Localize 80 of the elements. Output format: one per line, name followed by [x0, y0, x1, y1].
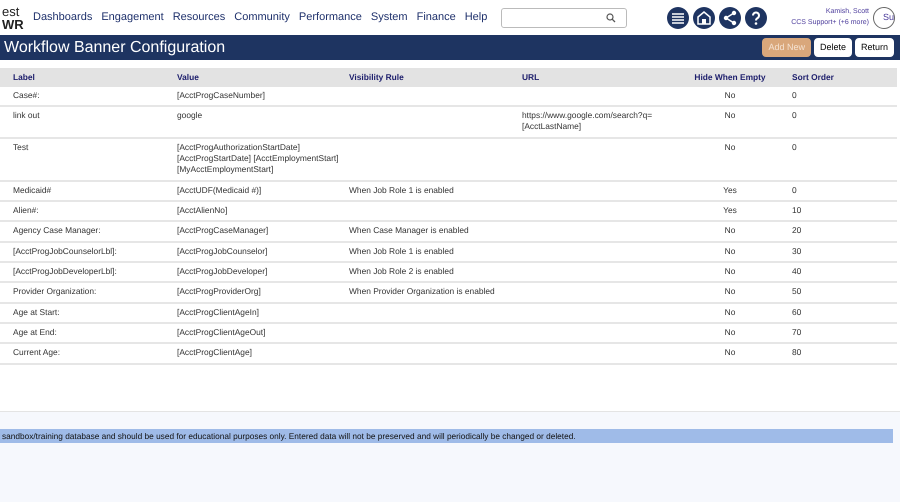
nav-link[interactable]: Engagement: [101, 9, 164, 26]
table-cell: Alien#:: [13, 205, 39, 216]
share-icon[interactable]: [719, 6, 742, 28]
table-cell: 0: [792, 110, 797, 120]
table-cell: [AcctProgJobCounselor]: [177, 246, 268, 256]
table-cell: No: [724, 347, 736, 358]
table-cell: No: [724, 306, 736, 317]
table-cell: [AcctProgClientAgeIn]: [177, 306, 259, 317]
table-cell: Age at Start:: [13, 306, 60, 317]
table-cell: 10: [792, 205, 802, 216]
list-icon[interactable]: [667, 6, 690, 28]
table-cell: [AcctProgClientAgeOut]: [177, 327, 266, 338]
nav-link[interactable]: Dashboards: [33, 9, 92, 26]
table-cell: [AcctProgJobDeveloperLbl]:: [13, 266, 117, 276]
home-icon[interactable]: [693, 6, 716, 28]
table-cell: No: [724, 142, 736, 152]
table-cell: [AcctProgCaseManager]: [177, 225, 268, 236]
table-cell: No: [724, 266, 736, 276]
table-cell: When Provider Organization is enabled: [349, 286, 495, 296]
avatar[interactable]: Su: [873, 6, 895, 28]
nav-link[interactable]: Help: [464, 9, 488, 26]
table-cell: No: [724, 327, 736, 338]
table-cell: link out: [13, 110, 40, 120]
table-cell: [AcctProgJobDeveloper]: [177, 266, 268, 276]
column-header: Label: [0, 68, 173, 87]
table-cell: When Job Role 1 is enabled: [349, 184, 454, 195]
page-title: Workflow Banner Configuration: [4, 38, 226, 58]
table-cell: [AcctProgClientAge]: [177, 347, 252, 358]
table-cell: https://www.google.com/search?q= [AcctLastName]: [522, 110, 652, 132]
search-field[interactable]: [501, 8, 628, 28]
column-header: Sort Order: [788, 68, 897, 87]
table-cell: [AcctProgJobCounselorLbl]:: [13, 246, 117, 256]
table-cell: [AcctAlienNo]: [177, 205, 228, 216]
table-cell: Age at End:: [13, 327, 57, 338]
nav-link[interactable]: Community: [234, 9, 290, 26]
table-cell: When Job Role 2 is enabled: [349, 266, 454, 276]
table-cell: [AcctProgAuthorizationStartDate] [AcctProgStartDate] [AcctEmploymentStart] [MyAcctEmploymentStart]: [177, 142, 339, 174]
table-cell: Medicaid#: [13, 184, 52, 195]
table-cell: 40: [792, 266, 802, 276]
action-button[interactable]: Return: [854, 38, 894, 58]
nav-link[interactable]: Performance: [298, 9, 362, 26]
nav-link[interactable]: System: [370, 9, 408, 26]
table-cell: No: [724, 246, 736, 256]
table-cell: 60: [792, 306, 802, 317]
table-cell: When Case Manager is enabled: [349, 225, 469, 236]
column-header: Value: [173, 68, 345, 87]
column-header: Visibility Rule: [345, 68, 518, 87]
table-cell: [AcctProgCaseNumber]: [177, 90, 265, 100]
table-cell: When Job Role 1 is enabled: [349, 246, 454, 256]
table-cell: No: [724, 225, 736, 236]
action-button[interactable]: Delete: [814, 38, 852, 58]
help-icon[interactable]: [745, 6, 768, 28]
table-cell: google: [177, 110, 202, 120]
table-cell: 0: [792, 90, 797, 100]
table-cell: 0: [792, 184, 797, 195]
table-cell: No: [724, 286, 736, 296]
sandbox-notice: sandbox/training database and should be used for educational purposes only. Entered data will not be preserved and will periodically be changed or deleted.: [0, 429, 893, 444]
table-cell: 80: [792, 347, 802, 358]
nav-link[interactable]: Resources: [172, 9, 226, 26]
table-cell: 0: [792, 142, 797, 152]
nav-link[interactable]: Finance: [416, 9, 456, 26]
table-cell: Current Age:: [13, 347, 60, 358]
table-cell: Provider Organization:: [13, 286, 96, 296]
table-cell: 70: [792, 327, 802, 338]
table-cell: [AcctUDF(Medicaid #)]: [177, 184, 262, 195]
table-cell: Case#:: [13, 90, 40, 100]
logo: est WR: [2, 4, 25, 30]
table-cell: Yes: [723, 184, 737, 195]
column-header: URL: [518, 68, 672, 87]
table-cell: Agency Case Manager:: [13, 225, 101, 236]
table-cell: [AcctProgProviderOrg]: [177, 286, 261, 296]
table-cell: 30: [792, 246, 802, 256]
table-cell: 50: [792, 286, 802, 296]
table-cell: Yes: [723, 205, 737, 216]
search-icon: [606, 12, 616, 22]
table-cell: No: [724, 90, 736, 100]
table-cell: 20: [792, 225, 802, 236]
table-cell: Test: [13, 142, 28, 152]
table-cell: No: [724, 110, 736, 120]
column-header: Hide When Empty: [672, 68, 788, 87]
